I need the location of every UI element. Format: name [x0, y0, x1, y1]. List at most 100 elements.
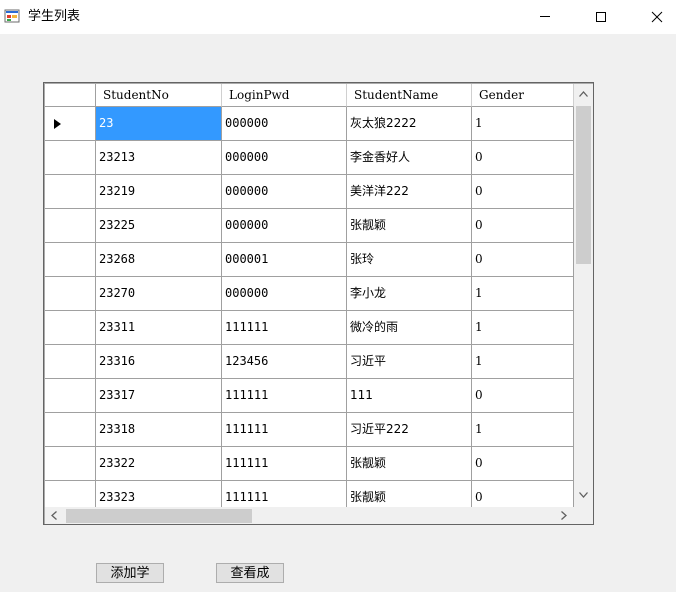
cell-loginpwd[interactable]: 111111 [222, 413, 347, 447]
cell-gender[interactable]: 0 [472, 379, 574, 413]
maximize-icon [596, 12, 606, 22]
row-header-cell[interactable] [45, 141, 96, 175]
row-header-cell[interactable] [45, 175, 96, 209]
cell-studentname[interactable]: 微冷的雨 [347, 311, 472, 345]
cell-loginpwd[interactable]: 111111 [222, 481, 347, 507]
cell-studentno[interactable]: 23270 [96, 277, 222, 311]
column-header-studentname[interactable]: StudentName [347, 84, 472, 107]
horizontal-scroll-thumb[interactable] [66, 509, 252, 523]
scrollbar-corner [574, 507, 593, 524]
cell-studentno[interactable]: 23213 [96, 141, 222, 175]
cell-studentno[interactable]: 23225 [96, 209, 222, 243]
close-button[interactable] [634, 0, 676, 34]
table-row[interactable]: 23311 111111 微冷的雨 1 [45, 311, 574, 345]
row-header-cell[interactable] [45, 209, 96, 243]
table-row[interactable]: 23270 000000 李小龙 1 [45, 277, 574, 311]
cell-gender[interactable]: 0 [472, 175, 574, 209]
cell-gender[interactable]: 0 [472, 481, 574, 507]
grid-header-row: StudentNo LoginPwd StudentName Gender [45, 84, 574, 107]
cell-loginpwd[interactable]: 000000 [222, 209, 347, 243]
cell-loginpwd[interactable]: 000000 [222, 141, 347, 175]
cell-gender[interactable]: 0 [472, 141, 574, 175]
title-bar: 学生列表 [0, 0, 676, 34]
cell-gender[interactable]: 1 [472, 311, 574, 345]
scroll-down-icon[interactable] [579, 492, 588, 498]
cell-loginpwd[interactable]: 000001 [222, 243, 347, 277]
scroll-up-icon[interactable] [579, 91, 588, 97]
cell-studentno[interactable]: 23323 [96, 481, 222, 507]
add-student-button[interactable]: 添加学 [96, 563, 164, 583]
cell-studentname[interactable]: 张靓颖 [347, 447, 472, 481]
cell-studentname[interactable]: 美洋洋222 [347, 175, 472, 209]
header-corner-cell[interactable] [45, 84, 96, 107]
column-header-loginpwd[interactable]: LoginPwd [222, 84, 347, 107]
cell-studentno[interactable]: 23322 [96, 447, 222, 481]
maximize-button[interactable] [578, 0, 624, 34]
cell-loginpwd[interactable]: 111111 [222, 311, 347, 345]
table-row[interactable]: 23225 000000 张靓颖 0 [45, 209, 574, 243]
cell-studentno[interactable]: 23268 [96, 243, 222, 277]
table-row[interactable]: 23316 123456 习近平 1 [45, 345, 574, 379]
row-header-cell[interactable] [45, 413, 96, 447]
table-row[interactable]: 23268 000001 张玲 0 [45, 243, 574, 277]
row-header-cell[interactable] [45, 277, 96, 311]
minimize-icon [540, 16, 550, 17]
vertical-scroll-thumb[interactable] [576, 106, 591, 264]
cell-studentname[interactable]: 习近平222 [347, 413, 472, 447]
cell-loginpwd[interactable]: 123456 [222, 345, 347, 379]
cell-gender[interactable]: 0 [472, 243, 574, 277]
cell-studentname[interactable]: 张靓颖 [347, 481, 472, 507]
cell-gender[interactable]: 0 [472, 447, 574, 481]
view-scores-button[interactable]: 查看成 [216, 563, 284, 583]
cell-studentno[interactable]: 23316 [96, 345, 222, 379]
cell-studentno[interactable]: 23311 [96, 311, 222, 345]
cell-studentname[interactable]: 张靓颖 [347, 209, 472, 243]
cell-gender[interactable]: 0 [472, 209, 574, 243]
row-header-cell[interactable] [45, 311, 96, 345]
cell-studentno[interactable]: 23318 [96, 413, 222, 447]
table-row[interactable]: 23 000000 灰太狼2222 1 [45, 107, 574, 141]
cell-loginpwd[interactable]: 000000 [222, 175, 347, 209]
table-row[interactable]: 23317 111111 111 0 [45, 379, 574, 413]
cell-studentno[interactable]: 23317 [96, 379, 222, 413]
cell-studentname[interactable]: 111 [347, 379, 472, 413]
cell-loginpwd[interactable]: 000000 [222, 277, 347, 311]
cell-gender[interactable]: 1 [472, 277, 574, 311]
table-row[interactable]: 23318 111111 习近平222 1 [45, 413, 574, 447]
cell-studentname[interactable]: 李金香好人 [347, 141, 472, 175]
table-row[interactable]: 23213 000000 李金香好人 0 [45, 141, 574, 175]
cell-loginpwd[interactable]: 111111 [222, 447, 347, 481]
row-header-cell[interactable] [45, 447, 96, 481]
cell-loginpwd[interactable]: 111111 [222, 379, 347, 413]
row-pointer-icon [54, 119, 61, 129]
student-data-grid[interactable]: StudentNo LoginPwd StudentName Gender 23… [43, 82, 594, 525]
horizontal-scrollbar[interactable] [45, 507, 574, 524]
cell-loginpwd[interactable]: 000000 [222, 107, 347, 141]
scroll-right-icon[interactable] [561, 511, 567, 520]
minimize-button[interactable] [522, 0, 568, 34]
cell-gender[interactable]: 1 [472, 413, 574, 447]
row-header-cell[interactable] [45, 345, 96, 379]
table-row[interactable]: 23219 000000 美洋洋222 0 [45, 175, 574, 209]
table-row[interactable]: 23323 111111 张靓颖 0 [45, 481, 574, 507]
scroll-left-icon[interactable] [51, 511, 57, 520]
cell-studentno[interactable]: 23 [96, 107, 222, 141]
cell-studentname[interactable]: 习近平 [347, 345, 472, 379]
cell-studentname[interactable]: 李小龙 [347, 277, 472, 311]
row-header-cell[interactable] [45, 379, 96, 413]
row-header-cell[interactable] [45, 107, 96, 141]
row-header-cell[interactable] [45, 481, 96, 507]
cell-gender[interactable]: 1 [472, 107, 574, 141]
cell-gender[interactable]: 1 [472, 345, 574, 379]
vertical-scrollbar[interactable] [574, 84, 593, 507]
column-header-studentno[interactable]: StudentNo [96, 84, 222, 107]
cell-studentname[interactable]: 灰太狼2222 [347, 107, 472, 141]
grid-body: StudentNo LoginPwd StudentName Gender 23… [45, 84, 574, 507]
table-row[interactable]: 23322 111111 张靓颖 0 [45, 447, 574, 481]
cell-studentno[interactable]: 23219 [96, 175, 222, 209]
column-header-gender[interactable]: Gender [472, 84, 574, 107]
close-icon [651, 11, 663, 23]
app-form-icon [4, 9, 20, 23]
row-header-cell[interactable] [45, 243, 96, 277]
cell-studentname[interactable]: 张玲 [347, 243, 472, 277]
